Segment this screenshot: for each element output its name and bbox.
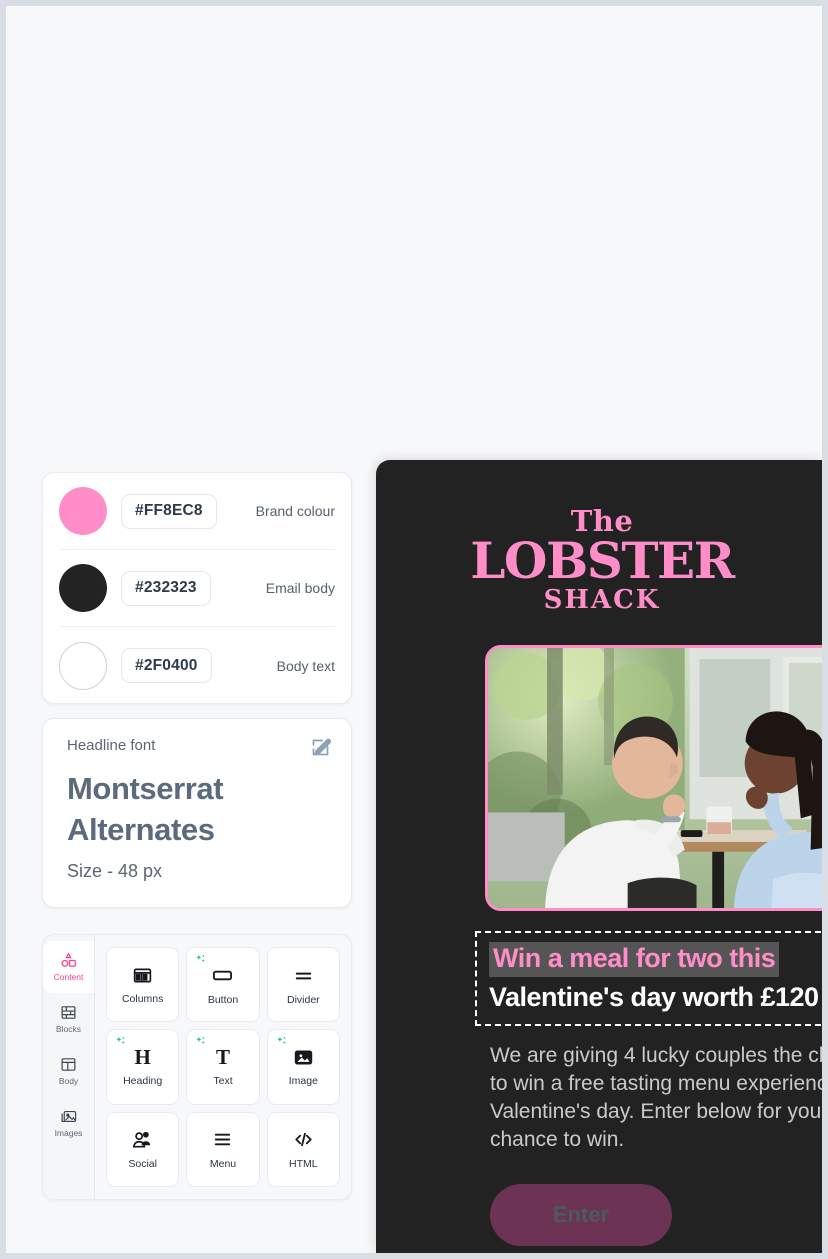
code-brackets-icon <box>292 1128 315 1151</box>
block-item-heading[interactable]: H Heading <box>106 1029 180 1105</box>
block-item-menu[interactable]: Menu <box>186 1111 260 1187</box>
hero-image-couple-at-cafe[interactable] <box>485 644 822 911</box>
edit-square-pencil-icon[interactable] <box>310 737 332 758</box>
colour-row-label: Brand colour <box>255 503 335 519</box>
blocks-palette-card: Content Blocks Body Images Columns Butto… <box>42 934 352 1200</box>
sidebar-item-body[interactable]: Body <box>43 1045 94 1097</box>
image-picture-icon <box>293 1047 314 1068</box>
blocks-tab-rail: Content Blocks Body Images <box>43 935 104 1199</box>
block-item-label: Text <box>213 1074 233 1087</box>
block-item-button[interactable]: Button <box>186 947 260 1023</box>
email-builder-app: #FF8EC8 Brand colour #232323 Email body … <box>6 6 822 1253</box>
heading-line-1: Win a meal for two this <box>489 941 780 977</box>
hex-value-input[interactable]: #FF8EC8 <box>121 493 217 529</box>
block-item-label: Columns <box>121 992 164 1005</box>
block-item-label: Divider <box>286 993 320 1006</box>
hex-value-input[interactable]: #2F0400 <box>121 648 212 683</box>
block-item-label: Social <box>128 1158 157 1171</box>
social-people-icon <box>131 1128 154 1151</box>
block-item-columns[interactable]: Columns <box>106 947 180 1023</box>
shapes-content-icon <box>60 952 77 969</box>
text-t-icon: T <box>215 1044 230 1069</box>
heading-block-selected[interactable]: Win a meal for two this Valentine's day … <box>475 930 822 1026</box>
ai-sparkle-icon <box>275 1035 288 1048</box>
block-item-label: Heading <box>123 1074 163 1087</box>
color-swatch-circle[interactable] <box>59 641 107 690</box>
blocks-grid: Columns Button Divider H Heading T Text … <box>95 935 351 1199</box>
logo-line-lobster: LOBSTER <box>470 531 735 591</box>
logo-line-shack: SHACK <box>543 585 661 616</box>
button-icon <box>211 964 234 987</box>
divider-icon <box>292 964 315 987</box>
color-swatch-circle[interactable] <box>59 564 107 612</box>
layout-body-icon <box>60 1056 77 1073</box>
block-item-html[interactable]: HTML <box>266 1111 340 1187</box>
sidebar-item-label: Content <box>53 972 84 982</box>
email-body-line: We are giving 4 lucky couples the chance <box>490 1043 822 1067</box>
color-swatch-circle[interactable] <box>59 487 107 535</box>
sidebar-item-content[interactable]: Content <box>43 941 104 993</box>
block-item-text[interactable]: T Text <box>186 1029 260 1105</box>
couple-at-cafe-table-photo <box>488 647 822 908</box>
ai-sparkle-icon <box>194 953 207 966</box>
colour-row-brand[interactable]: #FF8EC8 Brand colour <box>59 473 335 550</box>
font-preview-text: Montserrat Alternates <box>67 768 331 850</box>
grid-blocks-icon <box>60 1004 77 1021</box>
block-item-social[interactable]: Social <box>106 1111 180 1187</box>
brand-logo: The LOBSTER SHACK <box>400 460 804 613</box>
colour-row-email-body[interactable]: #232323 Email body <box>59 550 335 627</box>
sidebar-item-label: Blocks <box>55 1024 82 1034</box>
block-item-label: Button <box>207 993 239 1006</box>
brand-colours-card: #FF8EC8 Brand colour #232323 Email body … <box>42 472 352 704</box>
hex-value-input[interactable]: #232323 <box>121 570 211 606</box>
images-stack-icon <box>60 1108 77 1125</box>
enter-button[interactable]: Enter <box>490 1184 672 1247</box>
columns-icon <box>132 965 153 986</box>
sidebar-item-label: Body <box>58 1076 79 1086</box>
heading-h-icon: H <box>134 1044 151 1069</box>
email-canvas: The LOBSTER SHACK Win a meal for two thi… <box>376 460 822 1247</box>
email-body-line: chance to win. <box>490 1128 625 1152</box>
colour-row-label: Email body <box>265 580 335 596</box>
block-item-image[interactable]: Image <box>266 1029 340 1105</box>
sidebar-item-blocks[interactable]: Blocks <box>43 993 94 1045</box>
heading-line-2: Valentine's day worth £120 <box>489 981 819 1012</box>
colour-row-body-text[interactable]: #2F0400 Body text <box>59 627 335 704</box>
block-item-label: HTML <box>289 1158 318 1171</box>
menu-hamburger-icon <box>211 1128 234 1151</box>
headline-font-card: Headline font Montserrat Alternates Size… <box>42 718 352 908</box>
block-item-divider[interactable]: Divider <box>266 947 340 1023</box>
block-item-label: Menu <box>209 1158 237 1171</box>
editor-left-column: #FF8EC8 Brand colour #232323 Email body … <box>42 6 376 1253</box>
email-body-line: Valentine's day. Enter below for your <box>490 1099 822 1123</box>
email-preview-panel: The LOBSTER SHACK Win a meal for two thi… <box>376 460 822 1253</box>
ai-sparkle-icon <box>194 1035 207 1048</box>
font-card-header: Headline font <box>67 737 332 758</box>
sidebar-item-label: Images <box>54 1128 83 1138</box>
block-item-label: Image <box>288 1074 318 1087</box>
ai-sparkle-icon <box>114 1035 127 1048</box>
sidebar-item-images[interactable]: Images <box>43 1097 94 1149</box>
email-body-line: to win a free tasting menu experience th… <box>490 1071 822 1095</box>
font-name-line-2: Alternates <box>67 812 215 848</box>
email-body-text[interactable]: We are giving 4 lucky couples the chance… <box>490 1042 822 1155</box>
font-size-label: Size - 48 px <box>67 861 163 882</box>
font-name-line-1: Montserrat <box>67 771 224 806</box>
colour-row-label: Body text <box>276 657 335 674</box>
font-card-title: Headline font <box>67 737 156 754</box>
